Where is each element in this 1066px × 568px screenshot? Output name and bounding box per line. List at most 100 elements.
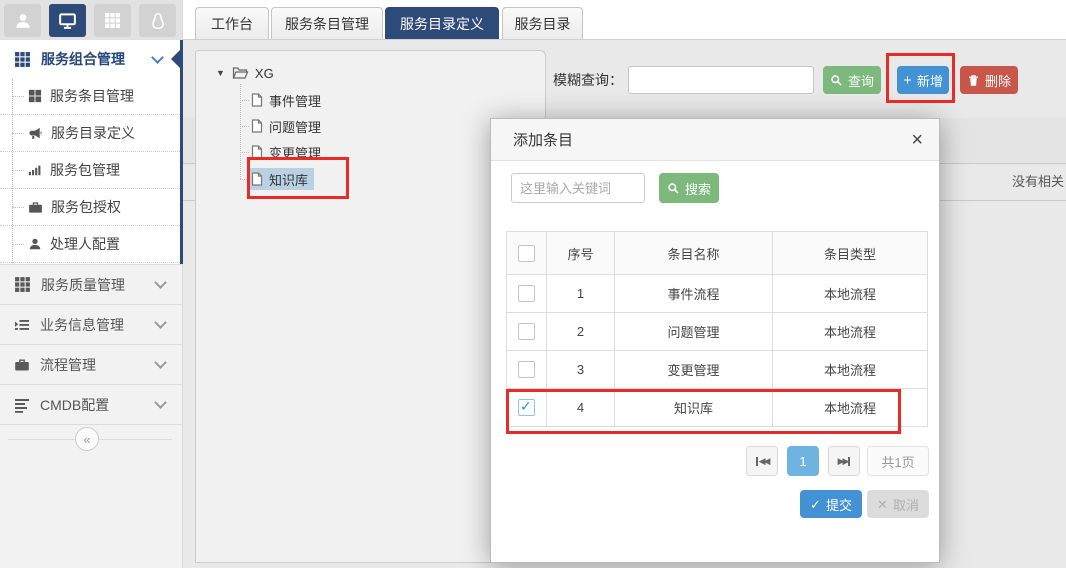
tree-item-problem-mgmt[interactable]: 问题管理 <box>249 115 327 137</box>
cell-name: 事件流程 <box>615 275 773 313</box>
tab-label: 服务条目管理 <box>285 14 369 34</box>
tab-bar: 工作台 服务条目管理 服务目录定义 服务目录 <box>183 0 1066 40</box>
page-first-icon: ◀◀ <box>759 457 769 466</box>
tab-workbench[interactable]: 工作台 <box>195 7 269 39</box>
cell-name: 问题管理 <box>615 313 773 351</box>
table-row[interactable]: 1 事件流程 本地流程 <box>507 275 928 313</box>
sidebar-header-service-portfolio[interactable]: 服务组合管理 <box>0 40 180 78</box>
sidebar-section-service-portfolio: 服务组合管理 服务条目管理 服务目录定义 服 <box>0 40 183 264</box>
indent-list-icon <box>14 317 30 333</box>
sidebar-item-service-entry-mgmt[interactable]: 服务条目管理 <box>0 78 180 115</box>
dialog-title: 添加条目 <box>513 129 911 150</box>
tree-item-knowledge-base[interactable]: 知识库 <box>249 168 314 190</box>
query-button[interactable]: 查询 <box>823 66 881 94</box>
last-page-button[interactable]: ▶▶ <box>828 446 860 476</box>
collapse-icon: « <box>83 432 90 447</box>
sidebar-section-label: 服务质量管理 <box>41 275 125 295</box>
current-page-number: 1 <box>799 454 806 469</box>
sidebar-item-label: 服务条目管理 <box>50 86 134 106</box>
monitor-icon <box>58 11 77 30</box>
chevron-down-icon <box>154 356 167 369</box>
modal-search-button[interactable]: 搜索 <box>659 173 719 203</box>
tab-label: 服务目录 <box>515 14 571 34</box>
query-button-label: 查询 <box>848 71 874 90</box>
row-checkbox[interactable] <box>518 323 535 340</box>
active-section-notch <box>171 47 183 71</box>
column-header: 序号 <box>547 232 615 275</box>
monitor-app-button[interactable] <box>49 4 86 37</box>
sidebar-section-business-info[interactable]: 业务信息管理 <box>0 304 183 344</box>
plus-icon: + <box>903 73 912 88</box>
table-row[interactable]: 4 知识库 本地流程 <box>507 389 928 427</box>
column-header: 条目名称 <box>615 232 773 275</box>
tree-item-label: 变更管理 <box>269 143 321 162</box>
row-checkbox[interactable] <box>518 399 535 416</box>
cell-type: 本地流程 <box>773 389 928 427</box>
table-row[interactable]: 3 变更管理 本地流程 <box>507 351 928 389</box>
modal-search-label: 搜索 <box>685 179 711 198</box>
sidebar-collapse-button[interactable]: « <box>75 427 99 451</box>
sidebar-section-label: CMDB配置 <box>40 395 109 415</box>
sidebar-item-handler-config[interactable]: 处理人配置 <box>0 226 180 263</box>
add-button[interactable]: + 新增 <box>897 66 949 94</box>
sidebar-item-service-catalog-def[interactable]: 服务目录定义 <box>0 115 180 152</box>
tab-service-catalog-def[interactable]: 服务目录定义 <box>385 7 499 39</box>
tree-item-incident-mgmt[interactable]: 事件管理 <box>249 89 327 111</box>
add-button-label: 新增 <box>917 71 943 90</box>
sidebar-item-service-package-mgmt[interactable]: 服务包管理 <box>0 152 180 189</box>
sidebar-item-service-package-auth[interactable]: 服务包授权 <box>0 189 180 226</box>
delete-button[interactable]: 删除 <box>960 66 1018 94</box>
penguin-icon <box>149 12 167 30</box>
table-row[interactable]: 2 问题管理 本地流程 <box>507 313 928 351</box>
cell-type: 本地流程 <box>773 275 928 313</box>
pagination: ◀◀ 1 ▶▶ 共1页 <box>491 446 939 476</box>
cell-no: 3 <box>547 351 615 389</box>
user-app-button[interactable] <box>4 4 41 37</box>
row-checkbox[interactable] <box>518 285 535 302</box>
close-icon[interactable]: × <box>911 130 923 150</box>
fuzzy-query-input[interactable] <box>628 66 814 94</box>
select-all-checkbox[interactable] <box>518 245 535 262</box>
grid-icon <box>14 51 31 68</box>
user-icon <box>14 12 32 30</box>
tab-label: 服务目录定义 <box>400 14 484 34</box>
sidebar-section-service-quality[interactable]: 服务质量管理 <box>0 264 183 304</box>
no-records-text: 没有相关 <box>1012 163 1064 200</box>
app-window: 服务组合管理 服务条目管理 服务目录定义 服 <box>0 0 1066 568</box>
user-icon <box>28 237 42 251</box>
cell-name: 变更管理 <box>615 351 773 389</box>
sidebar-section-cmdb-config[interactable]: CMDB配置 <box>0 384 183 425</box>
table-header-row: 序号 条目名称 条目类型 <box>507 232 928 275</box>
current-page-button[interactable]: 1 <box>787 446 819 476</box>
page-first-bar-icon <box>756 457 758 466</box>
sidebar-section-label: 业务信息管理 <box>40 315 124 335</box>
penguin-app-button[interactable] <box>139 4 176 37</box>
grid-icon <box>104 12 121 29</box>
grid-app-button[interactable] <box>94 4 131 37</box>
sidebar-item-label: 服务目录定义 <box>51 123 135 143</box>
chevron-down-icon <box>151 51 164 64</box>
submit-button[interactable]: ✓ 提交 <box>800 490 862 518</box>
sidebar-item-label: 服务包授权 <box>51 197 121 217</box>
page-last-bar-icon <box>848 457 850 466</box>
delete-button-label: 删除 <box>985 71 1011 90</box>
cell-no: 4 <box>547 389 615 427</box>
cancel-label: 取消 <box>893 495 919 514</box>
first-page-button[interactable]: ◀◀ <box>746 446 778 476</box>
tree-root-node[interactable]: ▼ XG <box>216 63 274 83</box>
x-icon: ✕ <box>877 498 888 511</box>
megaphone-icon <box>28 126 43 141</box>
cancel-button[interactable]: ✕ 取消 <box>867 490 929 518</box>
sidebar-section-process-mgmt[interactable]: 流程管理 <box>0 344 183 384</box>
search-icon <box>667 182 680 195</box>
tab-label: 工作台 <box>211 14 253 34</box>
briefcase-icon <box>28 200 43 215</box>
tab-service-entry-mgmt[interactable]: 服务条目管理 <box>271 7 383 39</box>
cell-no: 1 <box>547 275 615 313</box>
row-checkbox[interactable] <box>518 361 535 378</box>
tree-item-change-mgmt[interactable]: 变更管理 <box>249 141 327 163</box>
app-switcher-bar <box>0 0 182 40</box>
page-last-icon: ▶▶ <box>838 457 848 466</box>
tab-service-catalog[interactable]: 服务目录 <box>502 7 583 39</box>
keyword-input[interactable] <box>511 173 645 203</box>
